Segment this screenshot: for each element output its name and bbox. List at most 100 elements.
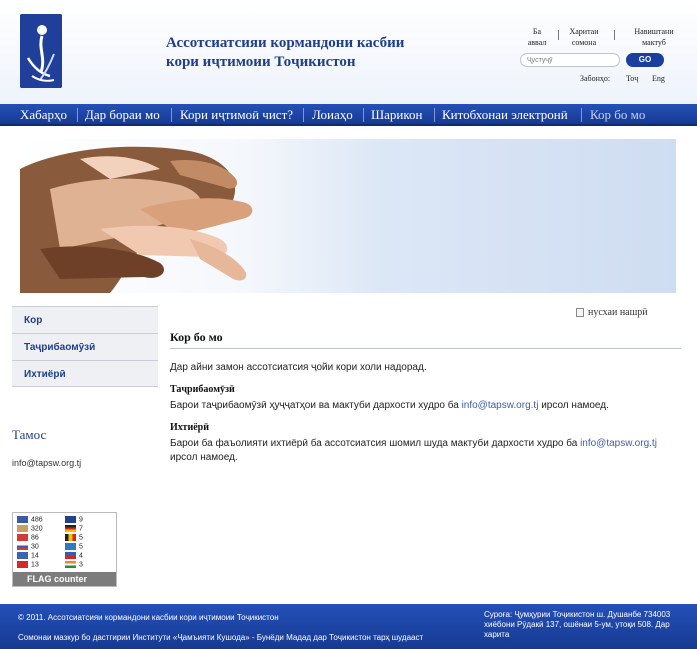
- write-letter-link-line1: Навиштани: [634, 27, 674, 36]
- search-input[interactable]: [520, 53, 620, 67]
- nav-item-projects[interactable]: Лоиаҳо: [312, 107, 353, 123]
- flag-count: 14: [31, 552, 39, 560]
- flag-count: 9: [79, 516, 83, 524]
- section-internship-text: Барои таҷрибаомӯзӣ ҳуҷҷатҳои ва мактуби …: [170, 399, 682, 413]
- toplinks-divider: [558, 30, 559, 40]
- section-volunteer-suffix: ирсол намоед.: [170, 452, 238, 463]
- logo-emblem-icon: [20, 14, 62, 88]
- flag-icon: [17, 543, 28, 550]
- toplinks-divider: [614, 30, 615, 40]
- section-volunteer-text: Барои ба фаъолияти ихтиёрӣ ба ассотсиатс…: [170, 437, 682, 465]
- flag-count: 4: [79, 552, 83, 560]
- flag-counter-row: 14: [17, 552, 39, 560]
- flag-count: 5: [79, 543, 83, 551]
- nav-item-news[interactable]: Хабарҳо: [20, 107, 67, 123]
- nav-item-social-work[interactable]: Кори иҷтимоӣ чист?: [180, 107, 293, 123]
- flag-icon: [65, 561, 76, 568]
- flag-counter-row: 7: [65, 525, 83, 533]
- flag-icon: [17, 561, 28, 568]
- flag-counter-row: 4: [65, 552, 83, 560]
- flag-count: 486: [31, 516, 43, 524]
- section-volunteer-body: Барои ба фаъолияти ихтиёрӣ ба ассотсиатс…: [170, 438, 581, 449]
- nav-divider: [303, 108, 304, 122]
- flag-counter-row: 320: [17, 525, 43, 533]
- print-version-link[interactable]: нусхаи нашрӣ: [588, 307, 648, 318]
- flag-counter-row: 13: [17, 561, 39, 569]
- site-title-line2: кори иҷтимоии Тоҷикистон: [166, 54, 356, 70]
- sitemap-link[interactable]: Харитаи сомона: [564, 26, 604, 48]
- flag-count: 5: [79, 534, 83, 542]
- nav-item-careers[interactable]: Кор бо мо: [590, 107, 645, 123]
- flag-counter-brand: FLAG counter: [13, 572, 116, 586]
- nav-item-partners[interactable]: Шарикон: [371, 107, 422, 123]
- flag-icon: [65, 552, 76, 559]
- flag-icon: [17, 552, 28, 559]
- footer-copyright: © 2011. Ассотсиатсияи кормандони касбии …: [18, 613, 279, 622]
- main-nav: Хабарҳо Дар бораи мо Кори иҷтимоӣ чист? …: [0, 104, 697, 126]
- home-link-line1: Ба: [532, 27, 542, 36]
- section-internship-title: Таҷрибаомӯзӣ: [170, 384, 235, 395]
- sidebar-item-volunteer[interactable]: Ихтиёрӣ: [12, 360, 158, 387]
- footer: © 2011. Ассотсиатсияи кормандони касбии …: [0, 604, 697, 649]
- write-letter-link-line2: мактуб: [642, 38, 666, 47]
- flag-count: 86: [31, 534, 39, 542]
- flag-counter-row: 9: [65, 516, 83, 524]
- page-title: Кор бо мо: [170, 330, 223, 344]
- flag-icon: [17, 534, 28, 541]
- nav-divider: [171, 108, 172, 122]
- flag-count: 320: [31, 525, 43, 533]
- nav-item-about[interactable]: Дар бораи мо: [85, 107, 160, 123]
- flag-counter-row: 5: [65, 534, 83, 542]
- nav-divider: [581, 108, 582, 122]
- flag-icon: [65, 543, 76, 550]
- lang-en-link[interactable]: Eng: [652, 74, 665, 83]
- flag-counter-widget[interactable]: 486 320 86 30 14 13 9 7 5 5 4 3 FLAG cou…: [12, 512, 117, 587]
- flag-count: 3: [79, 561, 83, 569]
- flag-counter-row: 5: [65, 543, 83, 551]
- flag-counter-row: 30: [17, 543, 39, 551]
- flag-icon: [17, 525, 28, 532]
- footer-address: Суроға: Ҷумҳурии Тоҷикистон ш. Душанбе 7…: [484, 610, 671, 639]
- stacked-hands-image: [20, 146, 253, 293]
- volunteer-email-link[interactable]: info@tapsw.org.tj: [580, 438, 657, 449]
- flag-icon: [65, 534, 76, 541]
- go-button[interactable]: GO: [626, 53, 664, 67]
- flag-count: 30: [31, 543, 39, 551]
- contact-email: info@tapsw.org.tj: [12, 458, 82, 468]
- section-volunteer-title: Ихтиёрӣ: [170, 422, 209, 433]
- top-links: Ба аввал Харитаи сомона Навиштани мактуб: [516, 26, 696, 50]
- nav-divider: [363, 108, 364, 122]
- flag-icon: [65, 525, 76, 532]
- flag-icon: [65, 516, 76, 523]
- banner-image: [20, 139, 676, 293]
- flag-count: 13: [31, 561, 39, 569]
- flag-counter-row: 486: [17, 516, 43, 524]
- nav-item-library[interactable]: Китобхонаи электронӣ: [442, 107, 568, 123]
- internship-email-link[interactable]: info@tapsw.org.tj: [462, 400, 539, 411]
- flag-count: 7: [79, 525, 83, 533]
- site-title[interactable]: Ассотсиатсияи кормандони касбии кори иҷт…: [166, 34, 466, 72]
- site-title-line1: Ассотсиатсияи кормандони касбии: [166, 35, 405, 51]
- sidebar-item-internship[interactable]: Таҷрибаомӯзӣ: [12, 333, 158, 360]
- section-internship-suffix: ирсол намоед.: [538, 400, 609, 411]
- flag-counter-row: 3: [65, 561, 83, 569]
- contact-title: Тамос: [12, 427, 47, 442]
- language-label: Забонҳо:: [580, 74, 611, 83]
- home-link-line2: аввал: [527, 38, 547, 47]
- sitemap-link-line2: сомона: [571, 38, 597, 47]
- title-divider: [170, 348, 681, 349]
- intro-text: Дар айни замон ассотсиатсия ҷойи кори хо…: [170, 362, 427, 373]
- flag-icon: [17, 516, 28, 523]
- lang-tj-link[interactable]: Тоҷ: [626, 74, 638, 83]
- sitemap-link-line1: Харитаи: [569, 27, 599, 36]
- nav-divider: [77, 108, 78, 122]
- write-letter-link[interactable]: Навиштани мактуб: [626, 26, 682, 48]
- home-link[interactable]: Ба аввал: [524, 26, 550, 48]
- printer-icon[interactable]: [576, 308, 584, 317]
- sidebar-item-job[interactable]: Кор: [12, 306, 158, 333]
- flag-counter-row: 86: [17, 534, 39, 542]
- header: Ассотсиатсияи кормандони касбии кори иҷт…: [0, 0, 697, 104]
- nav-divider: [434, 108, 435, 122]
- site-logo[interactable]: [20, 14, 62, 88]
- footer-credit: Сомонаи мазкур бо дастгирии Институти «Ҷ…: [18, 633, 424, 642]
